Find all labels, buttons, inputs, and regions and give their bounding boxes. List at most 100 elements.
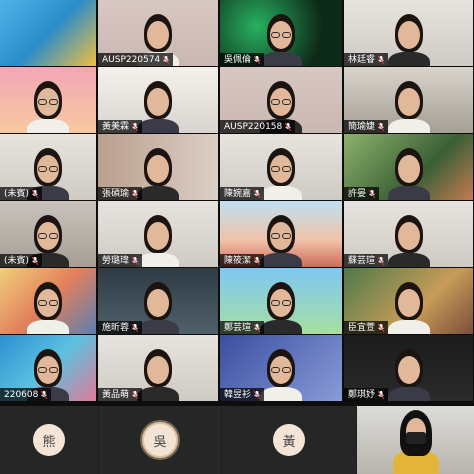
participant-video [258, 8, 304, 66]
participant-avatar: 黃 [273, 424, 305, 456]
participant-name: 勞璐瑋 [102, 255, 130, 266]
video-tile-p1[interactable] [0, 0, 96, 66]
participant-name-label: 韓昱衫 [220, 388, 265, 401]
participant-name-label: 陳婉嘉 [220, 187, 265, 200]
mic-muted-icon [131, 323, 139, 332]
video-tile-p23[interactable]: 韓昱衫 [220, 335, 342, 401]
participant-name-label: (未賓) [0, 254, 43, 267]
participant-name: 蘇芸瑄 [348, 255, 376, 266]
participant-name: 許晏 [348, 188, 367, 199]
participant-video [258, 343, 304, 401]
video-tile-p7[interactable]: AUSP220158 [220, 67, 342, 133]
participant-name-label: 勞璐瑋 [98, 254, 143, 267]
participant-name-label: 施昕蓉 [98, 321, 143, 334]
mic-muted-icon [162, 55, 170, 64]
participant-name: AUSP220158 [224, 121, 283, 132]
video-tile-p24[interactable]: 鄭琪妤 [344, 335, 473, 401]
participant-name: (未賓) [4, 188, 30, 199]
mic-muted-icon [253, 323, 261, 332]
video-tile-p10[interactable]: 張碩瑜 [98, 134, 218, 200]
video-tile-p13[interactable]: (未賓) [0, 201, 96, 267]
video-tile-p8[interactable]: 簡瑜婕 [344, 67, 473, 133]
video-tile-p17[interactable] [0, 268, 96, 334]
participant-name: 鄭芸瑄 [224, 322, 252, 333]
video-tile-p12[interactable]: 許晏 [344, 134, 473, 200]
mic-muted-icon [377, 256, 385, 265]
participant-name-label: 簡瑜婕 [344, 120, 389, 133]
mic-muted-icon [131, 122, 139, 131]
participant-video [25, 276, 71, 334]
video-tile-p2[interactable]: AUSP220574 [98, 0, 218, 66]
video-tile-p5[interactable] [0, 67, 96, 133]
participant-name-label: AUSP220158 [220, 120, 296, 133]
participant-name-label: 蘇芸瑄 [344, 254, 389, 267]
mic-muted-icon [253, 256, 261, 265]
video-tile-p14[interactable]: 勞璐瑋 [98, 201, 218, 267]
bottom-participant-row: 熊吳黃 [0, 406, 474, 474]
bottom-tile-b3[interactable]: 黃 [222, 406, 356, 474]
participant-name-label: 許晏 [344, 187, 380, 200]
video-background [0, 0, 96, 66]
participant-name-label: 林廷睿 [344, 53, 389, 66]
video-tile-p19[interactable]: 鄭芸瑄 [220, 268, 342, 334]
bottom-tile-b4[interactable] [357, 406, 474, 474]
mic-muted-icon [377, 55, 385, 64]
participant-name-label: AUSP220574 [98, 53, 174, 66]
video-tile-p4[interactable]: 林廷睿 [344, 0, 473, 66]
video-tile-p22[interactable]: 黃品萌 [98, 335, 218, 401]
mic-muted-icon [253, 390, 261, 399]
video-tile-p16[interactable]: 蘇芸瑄 [344, 201, 473, 267]
bottom-tile-b1[interactable]: 熊 [0, 406, 98, 474]
mic-muted-icon [284, 122, 292, 131]
participant-avatar: 熊 [33, 424, 65, 456]
participant-name-label: 鄭琪妤 [344, 388, 389, 401]
mic-muted-icon [40, 390, 48, 399]
participant-name: AUSP220574 [102, 54, 161, 65]
participant-name: 臣宜萱 [348, 322, 376, 333]
participant-name: 黃美霖 [102, 121, 130, 132]
mic-muted-icon [131, 390, 139, 399]
participant-video [386, 343, 432, 401]
mic-muted-icon [31, 189, 39, 198]
video-tile-p20[interactable]: 臣宜萱 [344, 268, 473, 334]
participant-name-label: 臣宜萱 [344, 321, 389, 334]
participant-avatar: 吳 [144, 424, 176, 456]
video-tile-p11[interactable]: 陳婉嘉 [220, 134, 342, 200]
participant-name: 林廷睿 [348, 54, 376, 65]
mic-muted-icon [253, 189, 261, 198]
participant-video [386, 8, 432, 66]
participant-name: 陳婉嘉 [224, 188, 252, 199]
participant-video [392, 410, 439, 474]
video-tile-p6[interactable]: 黃美霖 [98, 67, 218, 133]
participant-name-label: 220608 [0, 388, 52, 401]
participant-name: 陳筱潔 [224, 255, 252, 266]
participant-name-label: 張碩瑜 [98, 187, 143, 200]
mic-muted-icon [368, 189, 376, 198]
participant-name: 黃品萌 [102, 389, 130, 400]
video-tile-p18[interactable]: 施昕蓉 [98, 268, 218, 334]
participant-video [258, 209, 304, 267]
participant-video [386, 276, 432, 334]
mic-muted-icon [253, 55, 261, 64]
participant-name-label: 黃品萌 [98, 388, 143, 401]
participant-video [386, 75, 432, 133]
participant-name: 220608 [4, 389, 39, 400]
participant-video [258, 142, 304, 200]
video-grid: AUSP220574 吳佩倫 林廷睿 黃美霖 AUSP220158 簡瑜婕 (未賓) 張碩瑜陳… [0, 0, 474, 406]
participant-name: 韓昱衫 [224, 389, 252, 400]
video-tile-p15[interactable]: 陳筱潔 [220, 201, 342, 267]
participant-name: (未賓) [4, 255, 30, 266]
participant-name-label: 黃美霖 [98, 120, 143, 133]
bottom-tile-b2[interactable]: 吳 [99, 406, 221, 474]
participant-name: 簡瑜婕 [348, 121, 376, 132]
video-tile-p21[interactable]: 220608 [0, 335, 96, 401]
video-tile-p3[interactable]: 吳佩倫 [220, 0, 342, 66]
participant-video [25, 75, 71, 133]
participant-name-label: 陳筱潔 [220, 254, 265, 267]
mic-muted-icon [377, 122, 385, 131]
mic-muted-icon [377, 323, 385, 332]
mic-muted-icon [31, 256, 39, 265]
participant-name: 吳佩倫 [224, 54, 252, 65]
mic-muted-icon [377, 390, 385, 399]
video-tile-p9[interactable]: (未賓) [0, 134, 96, 200]
